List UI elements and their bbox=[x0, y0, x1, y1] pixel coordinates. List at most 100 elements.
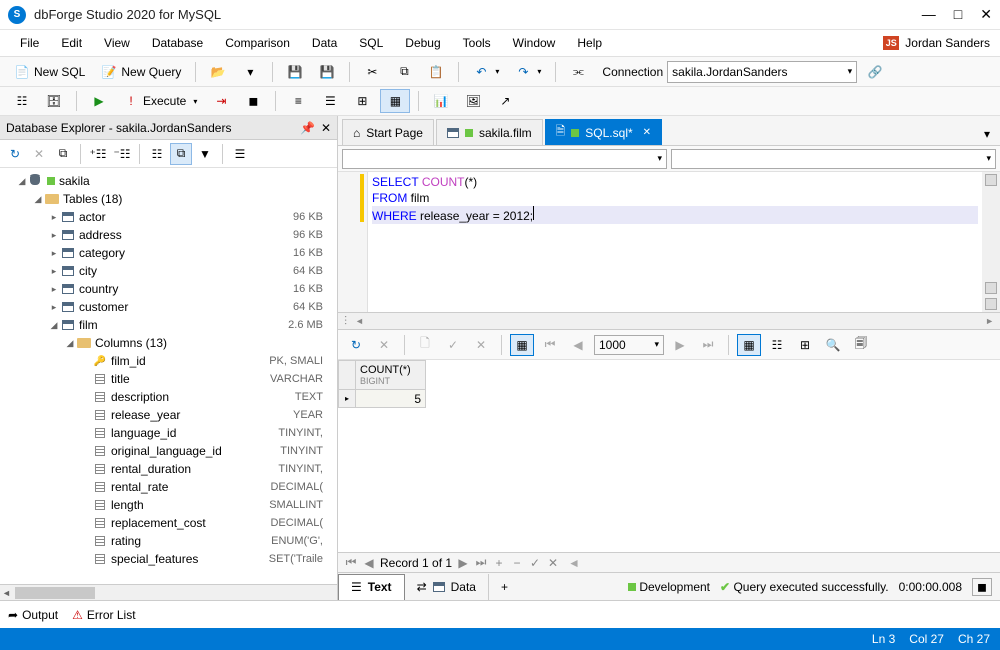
outline-button[interactable]: ☰ bbox=[316, 90, 344, 112]
menu-view[interactable]: View bbox=[94, 33, 140, 53]
nav-next-button[interactable]: ▶ bbox=[456, 556, 470, 570]
tree-table-node[interactable]: ▸address96 KB bbox=[0, 226, 337, 244]
paste-button[interactable]: 📋 bbox=[422, 61, 450, 83]
menu-window[interactable]: Window bbox=[503, 33, 566, 53]
open-button[interactable]: 📂 bbox=[204, 61, 232, 83]
tree-table-node[interactable]: ▸country16 KB bbox=[0, 280, 337, 298]
db-button[interactable]: 🗄 bbox=[40, 90, 68, 112]
vertical-scrollbar[interactable] bbox=[982, 172, 1000, 312]
hierarchy-button[interactable]: ☷ bbox=[8, 90, 36, 112]
tree-column-node[interactable]: 🔑film_idPK, SMALI bbox=[0, 352, 337, 370]
cut-button[interactable]: ✂ bbox=[358, 61, 386, 83]
refresh-results-button[interactable]: ↻ bbox=[344, 334, 368, 356]
tree-column-node[interactable]: lengthSMALLINT bbox=[0, 496, 337, 514]
undo-button[interactable]: ↶▾ bbox=[467, 61, 505, 83]
add-conn-button[interactable]: ⁺☷ bbox=[87, 143, 109, 165]
comment-button[interactable]: ⊞ bbox=[348, 90, 376, 112]
chart-button[interactable]: 📊 bbox=[427, 90, 455, 112]
tab-sakila-film[interactable]: sakila.film bbox=[436, 119, 543, 145]
tree-columns-node[interactable]: ◢ Columns (13) bbox=[0, 334, 337, 352]
nav-ok-button[interactable]: ✓ bbox=[528, 556, 542, 570]
reject-button[interactable]: ✕ bbox=[469, 334, 493, 356]
object-tree[interactable]: ◢ sakila ◢ Tables (18) ▸actor96 KB▸addre… bbox=[0, 168, 337, 584]
obj-mode-button[interactable]: ⧉ bbox=[170, 143, 192, 165]
save-button[interactable]: 💾 bbox=[281, 61, 309, 83]
result-tab-add[interactable]: + bbox=[489, 574, 520, 600]
connection-action-button[interactable]: 🔗 bbox=[861, 61, 889, 83]
stop-button[interactable]: ◼ bbox=[239, 90, 267, 112]
pin-button[interactable]: 📌 bbox=[300, 121, 315, 135]
cancel-results-button[interactable]: ✕ bbox=[372, 334, 396, 356]
image-button[interactable]: 🖼 bbox=[459, 90, 487, 112]
close-panel-button[interactable]: ✕ bbox=[321, 121, 331, 135]
tree-table-node[interactable]: ◢film2.6 MB bbox=[0, 316, 337, 334]
export-grid-button[interactable]: 🗐 bbox=[849, 334, 873, 356]
delete-button[interactable]: ✕ bbox=[28, 143, 50, 165]
minimize-button[interactable]: — bbox=[922, 6, 936, 23]
schema-dropdown[interactable]: ▾ bbox=[342, 149, 667, 169]
nav-del-button[interactable]: − bbox=[510, 556, 524, 570]
nav-last-button[interactable]: ⏭ bbox=[474, 555, 488, 570]
prev-button[interactable]: 🗋 bbox=[413, 334, 437, 356]
nav-add-button[interactable]: + bbox=[492, 556, 506, 570]
tree-tables-node[interactable]: ◢ Tables (18) bbox=[0, 190, 337, 208]
format-button[interactable]: ≡ bbox=[284, 90, 312, 112]
page-size-select[interactable]: 1000▾ bbox=[594, 335, 664, 355]
grid-button[interactable]: ▦ bbox=[380, 89, 410, 113]
object-dropdown[interactable]: ▾ bbox=[671, 149, 996, 169]
menu-data[interactable]: Data bbox=[302, 33, 347, 53]
tree-column-node[interactable]: replacement_costDECIMAL( bbox=[0, 514, 337, 532]
results-grid[interactable]: COUNT(*) BIGINT ▸ 5 bbox=[338, 360, 1000, 552]
tree-table-node[interactable]: ▸customer64 KB bbox=[0, 298, 337, 316]
tree-column-node[interactable]: titleVARCHAR bbox=[0, 370, 337, 388]
code-area[interactable]: SELECT COUNT(*) FROM film WHERE release_… bbox=[368, 172, 982, 312]
first-page-button[interactable]: ⏮ bbox=[538, 334, 562, 356]
prev-page-button[interactable]: ◀ bbox=[566, 334, 590, 356]
menu-comparison[interactable]: Comparison bbox=[215, 33, 300, 53]
save-all-button[interactable]: 💾 bbox=[313, 61, 341, 83]
export-button[interactable]: ↗ bbox=[491, 90, 519, 112]
props-button[interactable]: ☰ bbox=[229, 143, 251, 165]
tabs-overflow-button[interactable]: ▾ bbox=[978, 123, 996, 145]
step-button[interactable]: ⇥ bbox=[207, 90, 235, 112]
redo-button[interactable]: ↷▾ bbox=[509, 61, 547, 83]
maximize-button[interactable]: □ bbox=[954, 6, 962, 23]
tree-db-node[interactable]: ◢ sakila bbox=[0, 172, 337, 190]
column-header[interactable]: COUNT(*) BIGINT bbox=[356, 360, 426, 390]
tree-column-node[interactable]: descriptionTEXT bbox=[0, 388, 337, 406]
connection-icon-button[interactable]: ⫘ bbox=[564, 61, 592, 83]
collapse-button[interactable]: ⧉ bbox=[52, 143, 74, 165]
nav-prev-button[interactable]: ◀ bbox=[362, 556, 376, 570]
tab-start-page[interactable]: ⌂ Start Page bbox=[342, 119, 434, 145]
grid-view-button[interactable]: ▦ bbox=[737, 334, 761, 356]
tree-mode-button[interactable]: ☷ bbox=[146, 143, 168, 165]
horizontal-scrollbar[interactable]: ◄ bbox=[0, 584, 337, 600]
menu-debug[interactable]: Debug bbox=[395, 33, 450, 53]
next-page-button[interactable]: ▶ bbox=[668, 334, 692, 356]
tab-sql[interactable]: 🗎 SQL.sql* ✕ bbox=[545, 119, 662, 145]
search-button[interactable]: 🔍 bbox=[821, 334, 845, 356]
tree-table-node[interactable]: ▸city64 KB bbox=[0, 262, 337, 280]
tree-column-node[interactable]: language_idTINYINT, bbox=[0, 424, 337, 442]
run-button[interactable]: ▶ bbox=[85, 90, 113, 112]
sql-editor[interactable]: SELECT COUNT(*) FROM film WHERE release_… bbox=[338, 172, 1000, 312]
close-button[interactable]: ✕ bbox=[980, 6, 992, 23]
menu-file[interactable]: File bbox=[10, 33, 49, 53]
tree-column-node[interactable]: rental_durationTINYINT, bbox=[0, 460, 337, 478]
menu-database[interactable]: Database bbox=[142, 33, 213, 53]
nav-cancel-button[interactable]: ✕ bbox=[546, 556, 560, 570]
nav-first-button[interactable]: ⏮ bbox=[344, 555, 358, 570]
new-sql-button[interactable]: 📄New SQL bbox=[8, 61, 91, 83]
execute-button[interactable]: !Execute▾ bbox=[117, 90, 203, 112]
last-page-button[interactable]: ⏭ bbox=[696, 334, 720, 356]
grid-cell[interactable]: 5 bbox=[356, 390, 426, 408]
tree-column-node[interactable]: special_featuresSET('Traile bbox=[0, 550, 337, 568]
output-tab[interactable]: ➦Output bbox=[8, 608, 58, 622]
new-query-button[interactable]: 📝New Query bbox=[95, 61, 187, 83]
connection-select[interactable]: sakila.JordanSanders ▾ bbox=[667, 61, 857, 83]
user-badge[interactable]: JS Jordan Sanders bbox=[883, 36, 990, 50]
refresh-button[interactable]: ↻ bbox=[4, 143, 26, 165]
menu-sql[interactable]: SQL bbox=[349, 33, 393, 53]
menu-tools[interactable]: Tools bbox=[453, 33, 501, 53]
apply-button[interactable]: ✓ bbox=[441, 334, 465, 356]
